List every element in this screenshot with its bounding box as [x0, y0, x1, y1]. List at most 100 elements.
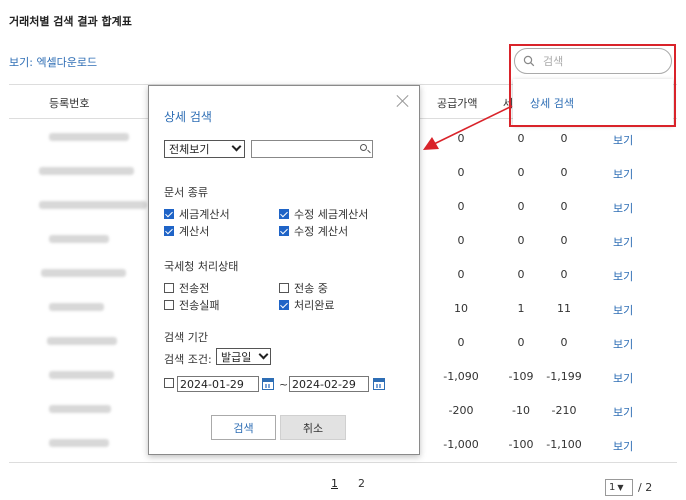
search-icon	[360, 144, 367, 151]
page-2-link[interactable]: 2	[358, 477, 365, 490]
supply-cell: -1,000	[443, 438, 479, 451]
checkbox-checked-icon	[279, 209, 289, 219]
scope-select[interactable]: 전체보기	[164, 140, 245, 158]
condition-label: 검색 조건:	[164, 353, 212, 366]
checkbox-checked-icon	[164, 209, 174, 219]
advanced-search-option[interactable]: 상세 검색	[530, 95, 574, 111]
redacted-reg-no	[49, 303, 104, 311]
checkbox-checked-icon	[164, 226, 174, 236]
view-link[interactable]: 보기	[613, 336, 633, 352]
total-cell: 0	[560, 234, 568, 247]
supply-cell: 0	[457, 234, 465, 247]
supply-cell: -1,090	[443, 370, 479, 383]
page-title: 거래처별 검색 결과 합계표	[9, 15, 132, 28]
supply-cell: 0	[457, 200, 465, 213]
total-cell: 0	[560, 200, 568, 213]
cancel-button[interactable]: 취소	[280, 415, 346, 440]
view-link[interactable]: 보기	[613, 370, 633, 386]
date-separator: ~	[279, 378, 289, 391]
checkbox-amended-invoice[interactable]: 수정 계산서	[279, 223, 348, 239]
col-supply: 공급가액	[437, 97, 478, 110]
redacted-reg-no	[49, 439, 109, 447]
dialog-title: 상세 검색	[164, 110, 212, 124]
redacted-reg-no	[39, 167, 134, 175]
chevron-down-icon: ▼	[617, 483, 624, 492]
total-cell: 11	[557, 302, 571, 315]
calendar-icon[interactable]	[262, 378, 274, 390]
supply-cell: 0	[457, 268, 465, 281]
checkbox-label: 처리완료	[294, 299, 335, 312]
col-reg-no: 등록번호	[49, 97, 90, 110]
search-placeholder: 검색	[543, 55, 564, 68]
redacted-reg-no	[49, 133, 129, 141]
view-link[interactable]: 보기	[613, 132, 633, 148]
page-select-value: 1	[609, 482, 616, 493]
calendar-icon[interactable]	[373, 378, 385, 390]
excel-download-link[interactable]: 보기: 엑셀다운로드	[9, 54, 97, 70]
condition-select[interactable]: 발급일	[216, 348, 271, 365]
view-link[interactable]: 보기	[613, 268, 633, 284]
keyword-input[interactable]	[251, 140, 373, 158]
view-link[interactable]: 보기	[613, 166, 633, 182]
nts-status-label: 국세청 처리상태	[164, 260, 239, 273]
view-link[interactable]: 보기	[613, 404, 633, 420]
page-select[interactable]: 1 ▼	[605, 479, 633, 496]
total-cell: -1,100	[546, 438, 582, 451]
redacted-reg-no	[41, 269, 126, 277]
condition-select-value: 발급일	[221, 350, 252, 364]
page-1-link[interactable]: 1	[331, 477, 338, 490]
advanced-search-dialog: 상세 검색 전체보기 문서 종류 세금계산서 수정 세금계산서 계산서 수정 계산서 …	[148, 85, 420, 455]
view-link[interactable]: 보기	[613, 438, 633, 454]
chevron-down-icon	[258, 349, 269, 360]
supply-cell: 0	[457, 132, 465, 145]
page-total: / 2	[638, 481, 653, 494]
period-label: 검색 기간	[164, 331, 208, 344]
search-input[interactable]: 검색	[514, 48, 672, 74]
checkbox-before-send[interactable]: 전송전	[164, 280, 209, 296]
checkbox-label: 수정 계산서	[294, 225, 349, 238]
checkbox-empty-icon	[164, 283, 174, 293]
chevron-down-icon	[231, 141, 242, 152]
search-icon	[523, 55, 535, 67]
search-dropdown: 상세 검색	[513, 79, 673, 125]
view-link[interactable]: 보기	[613, 302, 633, 318]
supply-cell: -200	[448, 404, 474, 417]
redacted-reg-no	[49, 371, 114, 379]
close-icon[interactable]	[396, 94, 410, 108]
date-from-input[interactable]: 2024-01-29	[177, 376, 259, 392]
doc-type-label: 문서 종류	[164, 186, 208, 199]
checkbox-label: 전송전	[179, 282, 210, 295]
total-cell: 0	[560, 166, 568, 179]
checkbox-checked-icon	[279, 226, 289, 236]
view-link[interactable]: 보기	[613, 234, 633, 250]
redacted-reg-no	[39, 201, 147, 209]
checkbox-send-failed[interactable]: 전송실패	[164, 297, 219, 313]
total-cell: 0	[560, 336, 568, 349]
search-button[interactable]: 검색	[211, 415, 276, 440]
checkbox-invoice[interactable]: 계산서	[164, 223, 209, 239]
total-cell: -1,199	[546, 370, 582, 383]
checkbox-label: 전송 중	[294, 282, 328, 295]
checkbox-sending[interactable]: 전송 중	[279, 280, 328, 296]
total-cell: 0	[560, 132, 568, 145]
checkbox-label: 세금계산서	[179, 208, 230, 221]
col-tax: 세	[503, 97, 514, 110]
checkbox-completed[interactable]: 처리완료	[279, 297, 334, 313]
checkbox-label: 전송실패	[179, 299, 220, 312]
view-link[interactable]: 보기	[613, 200, 633, 216]
checkbox-empty-icon	[164, 300, 174, 310]
table-bottom-line	[9, 462, 677, 463]
checkbox-amended-tax-invoice[interactable]: 수정 세금계산서	[279, 206, 368, 222]
scope-select-value: 전체보기	[169, 143, 210, 156]
checkbox-empty-icon	[279, 283, 289, 293]
redacted-reg-no	[49, 235, 109, 243]
checkbox-checked-icon	[279, 300, 289, 310]
supply-cell: 10	[454, 302, 468, 315]
total-cell: 0	[560, 268, 568, 281]
date-to-input[interactable]: 2024-02-29	[289, 376, 369, 392]
checkbox-tax-invoice[interactable]: 세금계산서	[164, 206, 230, 222]
redacted-reg-no	[49, 405, 111, 413]
redacted-reg-no	[47, 337, 117, 345]
supply-cell: 0	[457, 336, 465, 349]
checkbox-label: 수정 세금계산서	[294, 208, 369, 221]
